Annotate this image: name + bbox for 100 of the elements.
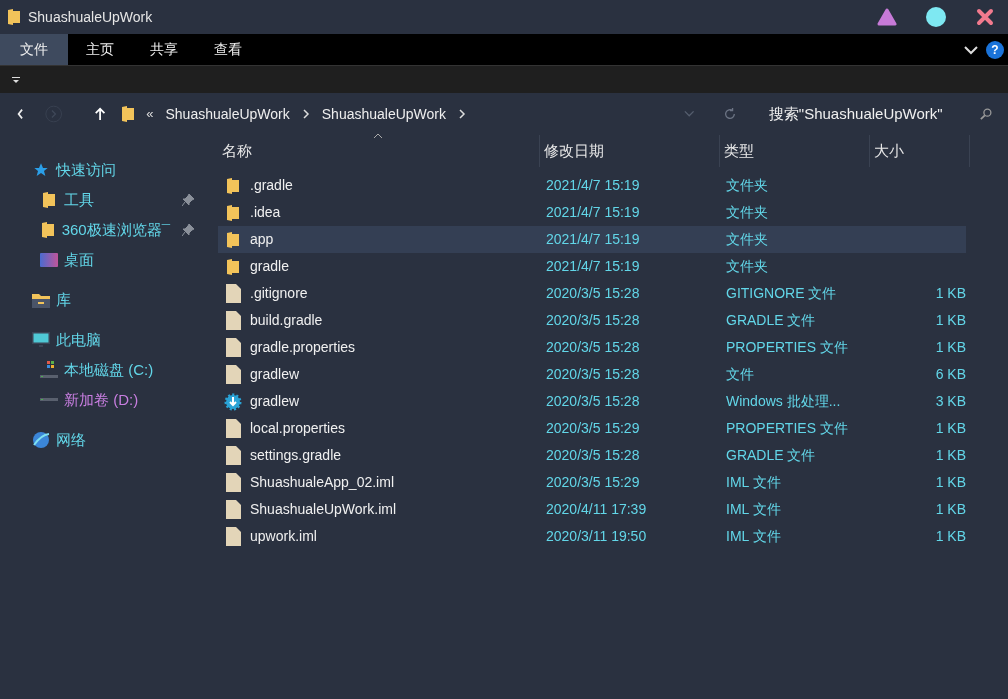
file-type: 文件夹 (725, 230, 769, 249)
ribbon-tab[interactable]: 查看 (196, 34, 260, 65)
document-icon (225, 311, 241, 330)
file-type: IML 文件 (725, 500, 782, 519)
file-size: 1 KB (935, 311, 966, 330)
file-name: build.gradle (250, 311, 323, 330)
file-row[interactable]: local.properties 2020/3/5 15:29 PROPERTIES 文件 1 KB (218, 415, 966, 442)
file-row[interactable]: gradlew 2020/3/5 15:28 Windows 批处理... 3 KB (218, 388, 966, 415)
library-icon (32, 292, 50, 308)
file-type: GRADLE 文件 (725, 446, 817, 465)
file-size: 1 KB (935, 500, 966, 519)
document-icon (225, 419, 241, 438)
ribbon-tab[interactable]: 主页 (68, 34, 132, 65)
file-row[interactable]: build.gradle 2020/3/5 15:28 GRADLE 文件 1 KB (218, 307, 966, 334)
nav-item[interactable]: 新加卷 (D:) (32, 385, 214, 415)
customize-caret-icon[interactable] (12, 75, 20, 84)
file-row[interactable]: gradle 2021/4/7 15:19 文件夹 (218, 253, 966, 280)
chevron-right-icon[interactable] (301, 108, 310, 120)
maximize-button[interactable] (926, 7, 946, 27)
file-name: gradle (250, 257, 289, 276)
file-row[interactable]: app 2021/4/7 15:19 文件夹 (218, 226, 966, 253)
nav-item[interactable]: 工具 (32, 185, 214, 215)
folder-icon (8, 9, 20, 25)
file-name: gradlew (250, 392, 300, 411)
breadcrumb-item[interactable]: ShuashualeUpWork (165, 103, 290, 125)
folder-icon (41, 222, 54, 238)
modified-date: 2020/3/5 15:28 (545, 338, 641, 357)
file-row[interactable]: .gradle 2021/4/7 15:19 文件夹 (218, 172, 966, 199)
help-button[interactable]: ? (986, 40, 1004, 59)
file-size: 3 KB (935, 392, 966, 411)
breadcrumb-item[interactable]: ShuashualeUpWork (321, 103, 447, 125)
nav-item[interactable]: 库 (32, 285, 214, 315)
file-size: 1 KB (935, 446, 966, 465)
nav-item[interactable]: 桌面 (32, 245, 214, 275)
pin-icon[interactable] (182, 224, 194, 236)
file-row[interactable]: settings.gradle 2020/3/5 15:28 GRADLE 文件 1 KB (218, 442, 966, 469)
column-header[interactable]: 名称 (218, 135, 540, 167)
path-overflow[interactable]: « (146, 104, 154, 124)
file-row[interactable]: ShuashualeApp_02.iml 2020/3/5 15:29 IML 文件 1 KB (218, 469, 966, 496)
folder-icon (227, 204, 239, 221)
nav-item[interactable]: 网络 (32, 425, 214, 455)
close-button[interactable] (974, 6, 996, 28)
modified-date: 2021/4/7 15:19 (545, 230, 641, 249)
document-icon (225, 284, 241, 303)
modified-date: 2021/4/7 15:19 (545, 176, 641, 195)
chevron-right-icon[interactable] (458, 108, 467, 120)
file-name: local.properties (250, 419, 345, 438)
up-arrow-icon[interactable] (94, 106, 107, 122)
file-row[interactable]: upwork.iml 2020/3/11 19:50 IML 文件 1 KB (218, 523, 966, 550)
file-type: GITIGNORE 文件 (725, 284, 838, 303)
document-icon (225, 527, 241, 546)
nav-item[interactable]: 360极速浏览器¯ (32, 215, 214, 245)
file-name: .gradle (250, 176, 293, 195)
file-type: 文件夹 (725, 257, 769, 276)
file-name: .gitignore (250, 284, 308, 303)
modified-date: 2020/3/5 15:28 (545, 392, 641, 411)
modified-date: 2020/3/5 15:29 (545, 419, 641, 438)
file-type: PROPERTIES 文件 (725, 419, 849, 438)
nav-item[interactable]: 本地磁盘 (C:) (32, 355, 214, 385)
modified-date: 2020/3/5 15:28 (545, 284, 641, 303)
desktop-icon (40, 253, 58, 267)
minimize-button[interactable] (876, 7, 898, 27)
modified-date: 2020/3/5 15:28 (545, 311, 641, 330)
modified-date: 2020/3/5 15:29 (545, 473, 641, 492)
modified-date: 2020/3/11 19:50 (545, 527, 648, 546)
file-row[interactable]: gradle.properties 2020/3/5 15:28 PROPERTIES 文件 1 KB (218, 334, 966, 361)
nav-item[interactable]: 快速访问 (32, 155, 214, 185)
column-header[interactable]: 大小 (870, 135, 970, 167)
file-row[interactable]: ShuashualeUpWork.iml 2020/4/11 17:39 IML 文件 1 KB (218, 496, 966, 523)
column-header[interactable]: 类型 (720, 135, 870, 167)
modified-date: 2021/4/7 15:19 (545, 257, 641, 276)
file-type: GRADLE 文件 (725, 311, 817, 330)
search-field[interactable]: 搜索"ShuashualeUpWork" (768, 102, 968, 126)
star-icon (33, 162, 49, 178)
column-header[interactable]: 修改日期 (540, 135, 720, 167)
pin-icon[interactable] (182, 194, 194, 206)
sort-caret-icon (373, 133, 383, 139)
search-icon[interactable] (979, 107, 992, 121)
file-row[interactable]: .gitignore 2020/3/5 15:28 GITIGNORE 文件 1 KB (218, 280, 966, 307)
file-name: ShuashualeUpWork.iml (250, 500, 397, 519)
modified-date: 2020/3/5 15:28 (545, 365, 641, 384)
file-size: 6 KB (935, 365, 966, 384)
file-size: 1 KB (935, 419, 966, 438)
file-type: PROPERTIES 文件 (725, 338, 849, 357)
window-title: ShuashualeUpWork (28, 7, 153, 27)
close-icon (976, 8, 994, 26)
ribbon-tab[interactable]: 共享 (132, 34, 196, 65)
file-name: .idea (250, 203, 281, 222)
folder-icon (227, 177, 239, 194)
drive-icon (40, 398, 58, 402)
gear-icon (224, 392, 242, 411)
file-size: 1 KB (935, 338, 966, 357)
ribbon-tab[interactable]: 文件 (0, 34, 68, 65)
folder-icon (227, 231, 239, 248)
file-name: app (250, 230, 274, 249)
refresh-icon[interactable] (722, 106, 737, 122)
file-row[interactable]: gradlew 2020/3/5 15:28 文件 6 KB (218, 361, 966, 388)
file-row[interactable]: .idea 2021/4/7 15:19 文件夹 (218, 199, 966, 226)
nav-item[interactable]: 此电脑 (32, 325, 214, 355)
file-name: settings.gradle (250, 446, 342, 465)
